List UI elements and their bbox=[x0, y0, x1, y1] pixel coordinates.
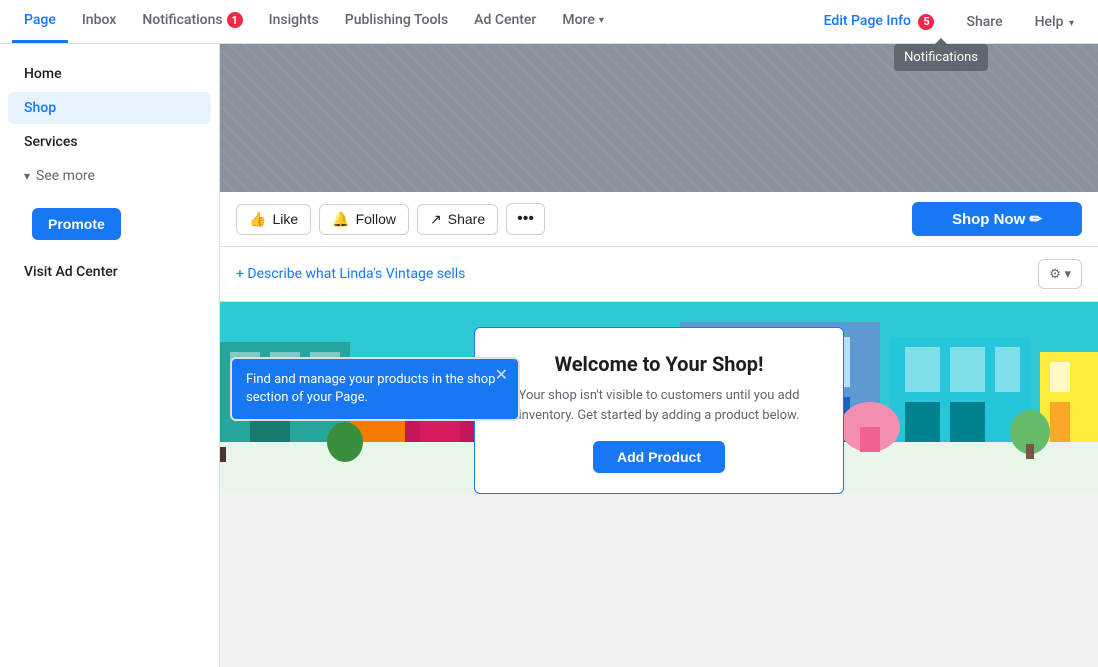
nav-tabs: Page Inbox Notifications 1 Insights Publ… bbox=[12, 0, 812, 43]
chevron-down-icon: ▾ bbox=[24, 169, 30, 183]
shop-illustration-area: Find and manage your products in the sho… bbox=[220, 302, 1098, 494]
welcome-description: Your shop isn't visible to customers unt… bbox=[495, 386, 823, 425]
more-options-button[interactable]: ••• bbox=[506, 203, 545, 235]
visit-ad-center-link[interactable]: Visit Ad Center bbox=[8, 256, 211, 288]
describe-link[interactable]: + Describe what Linda's Vintage sells bbox=[236, 266, 465, 282]
welcome-title: Welcome to Your Shop! bbox=[495, 352, 823, 376]
help-button[interactable]: Help ▾ bbox=[1023, 8, 1086, 36]
sidebar-item-services[interactable]: Services bbox=[8, 126, 211, 158]
promote-button[interactable]: Promote bbox=[32, 208, 121, 240]
nav-right-area: Edit Page Info 5 Share Help ▾ bbox=[812, 7, 1086, 36]
sidebar: Home Shop Services ▾ See more Promote Vi… bbox=[0, 44, 220, 667]
thumbs-up-icon: 👍 bbox=[249, 211, 266, 228]
describe-section: + Describe what Linda's Vintage sells ⚙ … bbox=[220, 247, 1098, 302]
sidebar-item-shop[interactable]: Shop bbox=[8, 92, 211, 124]
tab-notifications[interactable]: Notifications 1 bbox=[130, 0, 254, 43]
sidebar-see-more[interactable]: ▾ See more bbox=[8, 160, 211, 192]
tab-publishing-tools[interactable]: Publishing Tools bbox=[333, 0, 460, 43]
top-navigation: Page Inbox Notifications 1 Insights Publ… bbox=[0, 0, 1098, 44]
shop-now-button[interactable]: Shop Now ✏ bbox=[912, 202, 1082, 236]
content-area: 👍 Like 🔔 Follow ↗ Share ••• Shop Now ✏ +… bbox=[220, 44, 1098, 667]
tab-more[interactable]: More ▾ bbox=[550, 0, 616, 43]
promote-button-container: Promote bbox=[16, 200, 203, 248]
main-layout: Home Shop Services ▾ See more Promote Vi… bbox=[0, 44, 1098, 667]
gear-button[interactable]: ⚙ ▾ bbox=[1038, 259, 1082, 289]
tab-page[interactable]: Page bbox=[12, 0, 68, 43]
tab-insights[interactable]: Insights bbox=[257, 0, 331, 43]
notifications-tooltip: Notifications bbox=[894, 44, 988, 71]
action-bar: 👍 Like 🔔 Follow ↗ Share ••• Shop Now ✏ bbox=[220, 192, 1098, 247]
follow-button[interactable]: 🔔 Follow bbox=[319, 204, 409, 235]
tab-inbox[interactable]: Inbox bbox=[70, 0, 128, 43]
add-product-button[interactable]: Add Product bbox=[593, 441, 725, 473]
bell-icon: 🔔 bbox=[332, 211, 349, 228]
help-arrow-icon: ▾ bbox=[1069, 18, 1074, 29]
edit-page-badge: 5 bbox=[918, 14, 934, 30]
like-button[interactable]: 👍 Like bbox=[236, 204, 311, 235]
share-button[interactable]: Share bbox=[954, 8, 1014, 36]
share-icon: ↗ bbox=[430, 211, 442, 228]
sidebar-item-home[interactable]: Home bbox=[8, 58, 211, 90]
more-arrow-icon: ▾ bbox=[599, 15, 604, 26]
edit-page-info-button[interactable]: Edit Page Info 5 bbox=[812, 7, 947, 36]
tab-ad-center[interactable]: Ad Center bbox=[462, 0, 548, 43]
welcome-box: Welcome to Your Shop! Your shop isn't vi… bbox=[474, 327, 844, 494]
tooltip-close-button[interactable]: ✕ bbox=[495, 367, 508, 383]
find-manage-tooltip: Find and manage your products in the sho… bbox=[230, 357, 520, 421]
gear-icon: ⚙ ▾ bbox=[1049, 266, 1071, 282]
notifications-badge: 1 bbox=[227, 12, 243, 28]
share-action-button[interactable]: ↗ Share bbox=[417, 204, 498, 235]
